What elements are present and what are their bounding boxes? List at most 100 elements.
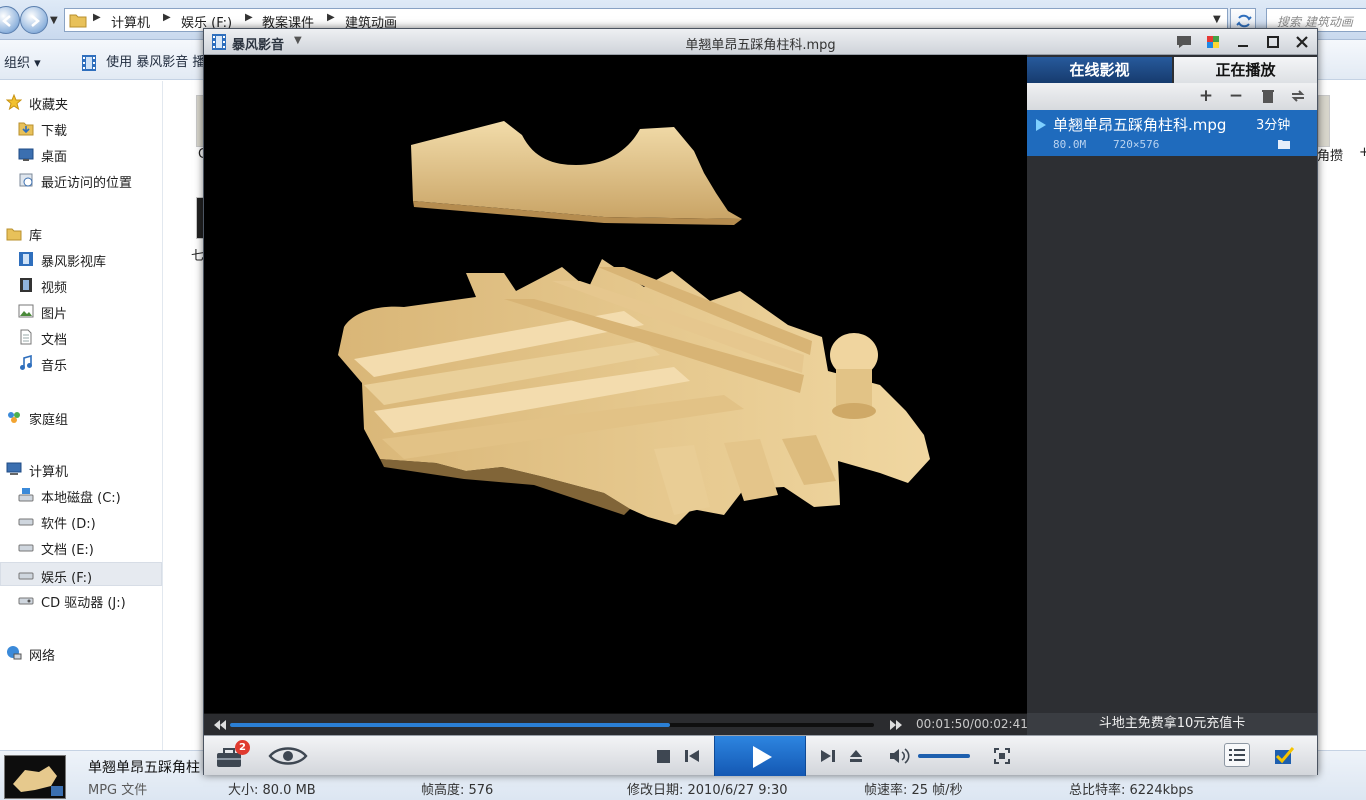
nav-label: 视频	[41, 281, 68, 296]
play-icon	[753, 746, 772, 768]
desktop-icon	[18, 148, 34, 161]
media-player-window: 暴风影音 ▼ 单翘单昂五踩角柱科.mpg 在线影视 正在播放 + − 单翘单昂五…	[203, 28, 1318, 776]
eject-icon[interactable]	[849, 749, 863, 763]
file-name[interactable]: +	[1359, 145, 1366, 160]
nav-pictures[interactable]: 图片	[0, 299, 162, 323]
next-icon[interactable]	[821, 749, 835, 763]
file-preview-thumbnail	[4, 755, 66, 799]
nav-homegroup[interactable]: 家庭组	[0, 405, 162, 429]
minimize-icon	[1238, 45, 1248, 47]
download-folder-icon	[18, 122, 34, 136]
remove-icon[interactable]: −	[1225, 86, 1247, 106]
open-folder-icon[interactable]	[1277, 138, 1291, 150]
seek-slider[interactable]	[230, 723, 874, 727]
nav-drive-e[interactable]: 文档 (E:)	[0, 535, 162, 559]
tab-now-playing[interactable]: 正在播放	[1174, 57, 1317, 83]
nav-label: 网络	[29, 649, 56, 664]
nav-documents[interactable]: 文档	[0, 325, 162, 349]
add-icon[interactable]: +	[1195, 86, 1217, 106]
maximize-icon	[1267, 36, 1279, 48]
play-icon	[1036, 119, 1046, 131]
chat-button[interactable]	[1171, 31, 1197, 53]
player-titlebar[interactable]: 暴风影音 ▼ 单翘单昂五踩角柱科.mpg	[204, 29, 1317, 55]
nav-libraries[interactable]: 库	[0, 221, 162, 245]
nav-desktop[interactable]: 桌面	[0, 142, 162, 166]
time-display: 00:01:50/00:02:41	[916, 717, 1028, 731]
fast-forward-icon[interactable]	[888, 718, 904, 732]
close-button[interactable]	[1289, 31, 1315, 53]
play-button[interactable]	[714, 736, 806, 776]
nav-drive-f[interactable]: 娱乐 (F:)	[0, 562, 162, 586]
nav-computer[interactable]: 计算机	[0, 457, 162, 481]
baofeng-logo-icon[interactable]	[210, 33, 228, 51]
minimize-button[interactable]	[1230, 31, 1256, 53]
back-button[interactable]	[0, 6, 20, 34]
ad-banner[interactable]: 斗地主免费拿10元充值卡	[1027, 713, 1317, 735]
trash-icon[interactable]	[1257, 86, 1279, 106]
video-display[interactable]	[204, 55, 1027, 713]
eye-icon[interactable]	[268, 746, 308, 766]
rewind-icon[interactable]	[212, 718, 228, 732]
history-dropdown[interactable]: ▼	[50, 15, 58, 26]
file-thumbnail[interactable]	[1318, 95, 1330, 147]
forward-icon	[31, 15, 40, 27]
tab-online-video[interactable]: 在线影视	[1027, 57, 1172, 83]
volume-icon[interactable]	[888, 747, 912, 765]
homegroup-icon	[8, 412, 20, 423]
details-frame-height: 帧高度: 576	[421, 783, 494, 798]
nav-drive-j[interactable]: CD 驱动器 (J:)	[0, 588, 162, 612]
playlist-toggle-button[interactable]	[1224, 743, 1250, 767]
nav-label: 娱乐 (F:)	[41, 571, 93, 586]
playlist-panel: 在线影视 正在播放 + − 单翘单昂五踩角柱科.mpg 3分钟 80.0M 72…	[1027, 55, 1317, 713]
details-size: 大小: 80.0 MB	[228, 783, 316, 798]
file-name[interactable]: 角攒	[1317, 145, 1343, 164]
organize-button[interactable]: 组织 ▾	[4, 52, 41, 71]
volume-slider[interactable]	[918, 754, 970, 758]
nav-favorites[interactable]: 收藏夹	[0, 90, 162, 114]
nav-downloads[interactable]: 下载	[0, 116, 162, 140]
nav-label: 收藏夹	[29, 98, 69, 113]
drive-icon	[18, 572, 34, 580]
nav-label: 软件 (D:)	[41, 517, 96, 532]
nav-drive-c[interactable]: 本地磁盘 (C:)	[0, 483, 162, 507]
breadcrumb-item[interactable]: 计算机	[111, 12, 150, 31]
chevron-down-icon[interactable]: ▼	[294, 35, 302, 46]
nav-baofeng-library[interactable]: 暴风影视库	[0, 247, 162, 271]
stop-icon[interactable]	[657, 750, 670, 763]
library-icon	[6, 228, 22, 241]
maximize-button[interactable]	[1260, 31, 1286, 53]
details-bitrate: 总比特率: 6224kbps	[1069, 783, 1194, 798]
nav-label: 音乐	[41, 359, 68, 374]
film-icon	[82, 54, 96, 71]
playlist-icon	[1229, 749, 1245, 761]
nav-recent[interactable]: 最近访问的位置	[0, 168, 162, 192]
playlist-item[interactable]: 单翘单昂五踩角柱科.mpg 3分钟 80.0M 720×576	[1027, 110, 1317, 156]
folder-icon	[69, 14, 87, 28]
nav-music[interactable]: 音乐	[0, 351, 162, 375]
organize-label: 组织	[4, 56, 31, 71]
computer-icon	[6, 462, 22, 475]
address-dropdown[interactable]: ▼	[1213, 14, 1221, 25]
document-icon	[20, 329, 32, 345]
nav-videos[interactable]: 视频	[0, 273, 162, 297]
seek-progress	[230, 723, 670, 727]
play-with-button[interactable]: 使用 暴风影音 播	[80, 51, 205, 72]
app-name[interactable]: 暴风影音	[232, 34, 284, 53]
prev-icon[interactable]	[685, 749, 699, 763]
seek-bar-row: 00:01:50/00:02:41	[204, 713, 1028, 735]
breadcrumb-separator: ▶	[163, 12, 171, 23]
fullscreen-icon[interactable]	[994, 748, 1010, 764]
preview-image	[13, 766, 63, 796]
loop-mode-icon[interactable]	[1287, 86, 1309, 106]
network-icon	[7, 646, 22, 660]
chevron-down-icon: ▾	[34, 56, 41, 71]
forward-button[interactable]	[20, 6, 48, 34]
nav-drive-d[interactable]: 软件 (D:)	[0, 509, 162, 533]
details-file-type: MPG 文件	[88, 783, 148, 798]
nav-network[interactable]: 网络	[0, 641, 162, 665]
breadcrumb-separator: ▶	[327, 12, 335, 23]
skin-button[interactable]	[1200, 31, 1226, 53]
playlist-item-resolution: 720×576	[1113, 138, 1160, 151]
nav-label: 暴风影视库	[41, 255, 107, 270]
check-icon[interactable]	[1274, 747, 1294, 765]
